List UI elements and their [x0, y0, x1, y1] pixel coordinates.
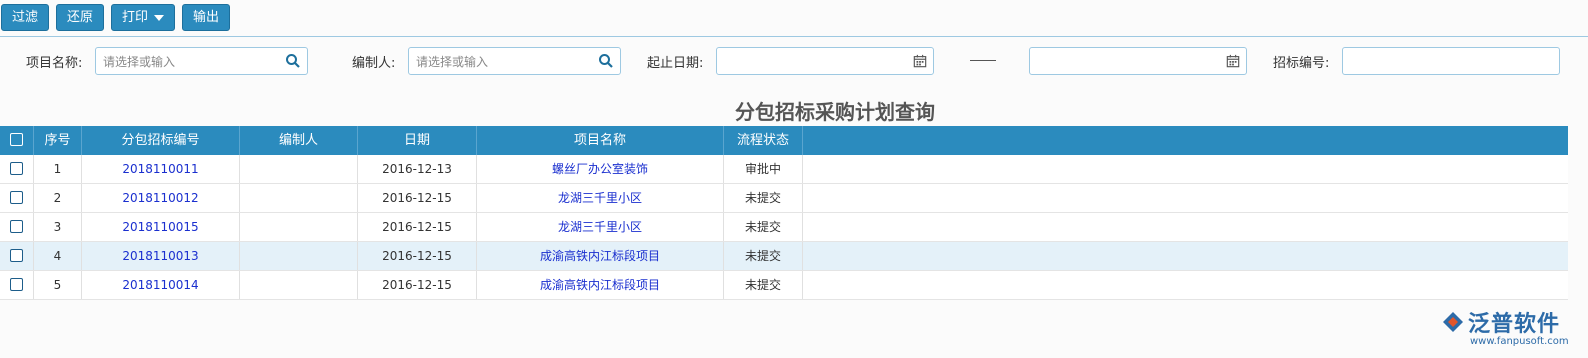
seq-cell: 5: [34, 271, 82, 299]
header-seq[interactable]: 序号: [34, 126, 82, 155]
status-cell: 未提交: [724, 184, 803, 212]
search-icon[interactable]: [285, 53, 301, 69]
editor-input[interactable]: 请选择或输入: [408, 47, 621, 75]
table-row[interactable]: 4 2018110013 2016-12-15 成渝高铁内江标段项目 未提交: [0, 242, 1568, 271]
status-cell: 未提交: [724, 271, 803, 299]
project-name-input[interactable]: 请选择或输入: [95, 47, 308, 75]
table-row[interactable]: 2 2018110012 2016-12-15 龙湖三千里小区 未提交: [0, 184, 1568, 213]
editor-cell: [240, 242, 358, 270]
data-table: 序号 分包招标编号 编制人 日期 项目名称 流程状态 1 2018110011 …: [0, 126, 1568, 300]
date-range-separator: [970, 60, 996, 61]
status-cell: 未提交: [724, 242, 803, 270]
bid-no-label: 招标编号:: [1273, 56, 1330, 71]
date-cell: 2016-12-15: [358, 242, 477, 270]
row-checkbox[interactable]: [10, 220, 23, 233]
bid-no-input[interactable]: [1342, 47, 1560, 75]
chevron-down-icon: [154, 14, 164, 21]
row-checkbox[interactable]: [10, 278, 23, 291]
project-link[interactable]: 螺丝厂办公室装饰: [477, 155, 724, 183]
bid-no-link[interactable]: 2018110014: [82, 271, 240, 299]
print-label: 打印: [121, 10, 148, 25]
date-cell: 2016-12-15: [358, 184, 477, 212]
print-button[interactable]: 打印: [111, 4, 175, 31]
brand-mark-icon: [1443, 312, 1463, 332]
restore-button[interactable]: 还原: [56, 4, 104, 31]
seq-cell: 3: [34, 213, 82, 241]
date-cell: 2016-12-13: [358, 155, 477, 183]
filter-button[interactable]: 过滤: [1, 4, 49, 31]
search-icon[interactable]: [598, 53, 614, 69]
project-name-label: 项目名称:: [26, 56, 83, 71]
date-range-label: 起止日期:: [647, 56, 704, 71]
project-link[interactable]: 成渝高铁内江标段项目: [477, 242, 724, 270]
page-title: 分包招标采购计划查询: [735, 100, 935, 124]
row-checkbox[interactable]: [10, 249, 23, 262]
row-select-cell: [0, 242, 34, 270]
brand-url: www.fanpusoft.com: [1470, 336, 1569, 347]
bid-no-link[interactable]: 2018110013: [82, 242, 240, 270]
status-cell: 未提交: [724, 213, 803, 241]
toolbar: 过滤 还原 打印 输出: [0, 0, 1588, 37]
table-row[interactable]: 5 2018110014 2016-12-15 成渝高铁内江标段项目 未提交: [0, 271, 1568, 300]
editor-cell: [240, 213, 358, 241]
brand-logo: 泛普软件 www.fanpusoft.com: [1440, 306, 1569, 350]
date-cell: 2016-12-15: [358, 271, 477, 299]
end-date-input[interactable]: [1029, 47, 1247, 75]
date-cell: 2016-12-15: [358, 213, 477, 241]
brand-name: 泛普软件: [1468, 312, 1561, 337]
bid-no-link[interactable]: 2018110011: [82, 155, 240, 183]
seq-cell: 2: [34, 184, 82, 212]
row-select-cell: [0, 155, 34, 183]
header-project[interactable]: 项目名称: [477, 126, 724, 155]
editor-cell: [240, 271, 358, 299]
table-row[interactable]: 3 2018110015 2016-12-15 龙湖三千里小区 未提交: [0, 213, 1568, 242]
seq-cell: 1: [34, 155, 82, 183]
project-link[interactable]: 成渝高铁内江标段项目: [477, 271, 724, 299]
header-date[interactable]: 日期: [358, 126, 477, 155]
select-all-checkbox[interactable]: [10, 133, 23, 146]
project-link[interactable]: 龙湖三千里小区: [477, 184, 724, 212]
export-button[interactable]: 输出: [182, 4, 230, 31]
table-header: 序号 分包招标编号 编制人 日期 项目名称 流程状态: [0, 126, 1568, 155]
row-select-cell: [0, 184, 34, 212]
project-name-placeholder: 请选择或输入: [103, 55, 176, 69]
status-cell: 审批中: [724, 155, 803, 183]
header-editor[interactable]: 编制人: [240, 126, 358, 155]
bid-no-link[interactable]: 2018110015: [82, 213, 240, 241]
row-checkbox[interactable]: [10, 162, 23, 175]
row-select-cell: [0, 271, 34, 299]
select-all-cell: [0, 126, 34, 155]
start-date-input[interactable]: [716, 47, 934, 75]
editor-cell: [240, 155, 358, 183]
seq-cell: 4: [34, 242, 82, 270]
header-bid-no[interactable]: 分包招标编号: [82, 126, 240, 155]
row-checkbox[interactable]: [10, 191, 23, 204]
row-select-cell: [0, 213, 34, 241]
header-status[interactable]: 流程状态: [724, 126, 803, 155]
project-link[interactable]: 龙湖三千里小区: [477, 213, 724, 241]
editor-placeholder: 请选择或输入: [416, 55, 489, 69]
calendar-icon[interactable]: [1226, 54, 1240, 68]
editor-cell: [240, 184, 358, 212]
editor-label: 编制人:: [352, 56, 396, 71]
calendar-icon[interactable]: [913, 54, 927, 68]
bid-no-link[interactable]: 2018110012: [82, 184, 240, 212]
table-row[interactable]: 1 2018110011 2016-12-13 螺丝厂办公室装饰 审批中: [0, 155, 1568, 184]
